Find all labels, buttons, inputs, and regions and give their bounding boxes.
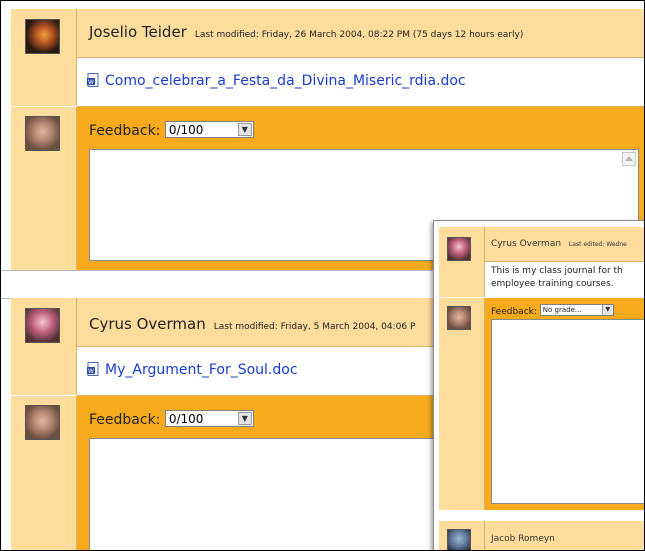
grade-value: No grade... (542, 306, 582, 314)
avatar[interactable] (25, 405, 60, 440)
svg-text:W: W (88, 79, 94, 86)
chevron-down-icon[interactable]: ▼ (237, 123, 252, 136)
file-link[interactable]: Como_celebrar_a_Festa_da_Divina_Miseric_… (105, 73, 466, 89)
last-modified: Last modified: Friday, 5 March 2004, 04:… (213, 322, 416, 332)
avatar[interactable] (447, 237, 471, 261)
feedback-label: Feedback: (89, 412, 161, 428)
grade-value: 0/100 (168, 123, 204, 137)
teacher-avatar-cell (11, 107, 77, 270)
feedback-label: Feedback: (491, 307, 537, 317)
chevron-down-icon[interactable]: ▼ (237, 412, 252, 425)
journal-entry: This is my class journal for th employee… (485, 262, 644, 297)
journal-screenshot-overlay: Cyrus Overman Last edited: Wedne This is… (433, 220, 644, 550)
feedback-area: Feedback: No grade... ▼ (485, 298, 644, 510)
journal-entry-line: This is my class journal for th (491, 266, 623, 276)
student-name[interactable]: Cyrus Overman (491, 239, 561, 249)
student-avatar-cell (439, 521, 485, 550)
avatar[interactable] (447, 306, 471, 330)
teacher-avatar-cell (439, 298, 485, 510)
assignment-submissions-page: Joselio Teider Last modified: Friday, 26 … (0, 0, 645, 551)
journal-header: Cyrus Overman Last edited: Wedne (485, 227, 644, 262)
avatar[interactable] (25, 308, 60, 343)
avatar[interactable] (447, 529, 471, 550)
student-name[interactable]: Cyrus Overman (89, 315, 206, 333)
teacher-avatar-cell (11, 396, 77, 550)
grade-select[interactable]: 0/100 ▼ (164, 410, 254, 427)
scroll-up-icon[interactable] (622, 152, 636, 166)
journal-entry-line: employee training courses. (491, 279, 614, 289)
last-edited: Last edited: Wedne (568, 241, 627, 248)
submission-header: Joselio Teider Last modified: Friday, 26 … (77, 9, 644, 58)
last-modified: Last modified: Friday, 26 March 2004, 08… (194, 30, 524, 40)
grade-value: 0/100 (168, 412, 204, 426)
svg-text:W: W (88, 368, 94, 375)
student-avatar-cell (11, 298, 77, 395)
feedback-label: Feedback: (89, 123, 161, 139)
student-name[interactable]: Jacob Romeyn (491, 534, 555, 544)
word-document-icon: W (87, 362, 99, 376)
student-avatar-cell (439, 227, 485, 297)
grade-select[interactable]: No grade... ▼ (539, 304, 614, 316)
avatar[interactable] (25, 19, 60, 54)
submission-file: W Como_celebrar_a_Festa_da_Divina_Miseri… (77, 58, 644, 107)
feedback-textarea[interactable] (491, 319, 644, 504)
student-name[interactable]: Joselio Teider (89, 23, 187, 41)
word-document-icon: W (87, 73, 99, 87)
chevron-down-icon[interactable]: ▼ (601, 305, 613, 315)
avatar[interactable] (25, 116, 60, 151)
journal-header: Jacob Romeyn (485, 521, 644, 550)
student-avatar-cell (11, 9, 77, 106)
file-link[interactable]: My_Argument_For_Soul.doc (105, 362, 298, 378)
grade-select[interactable]: 0/100 ▼ (164, 121, 254, 138)
